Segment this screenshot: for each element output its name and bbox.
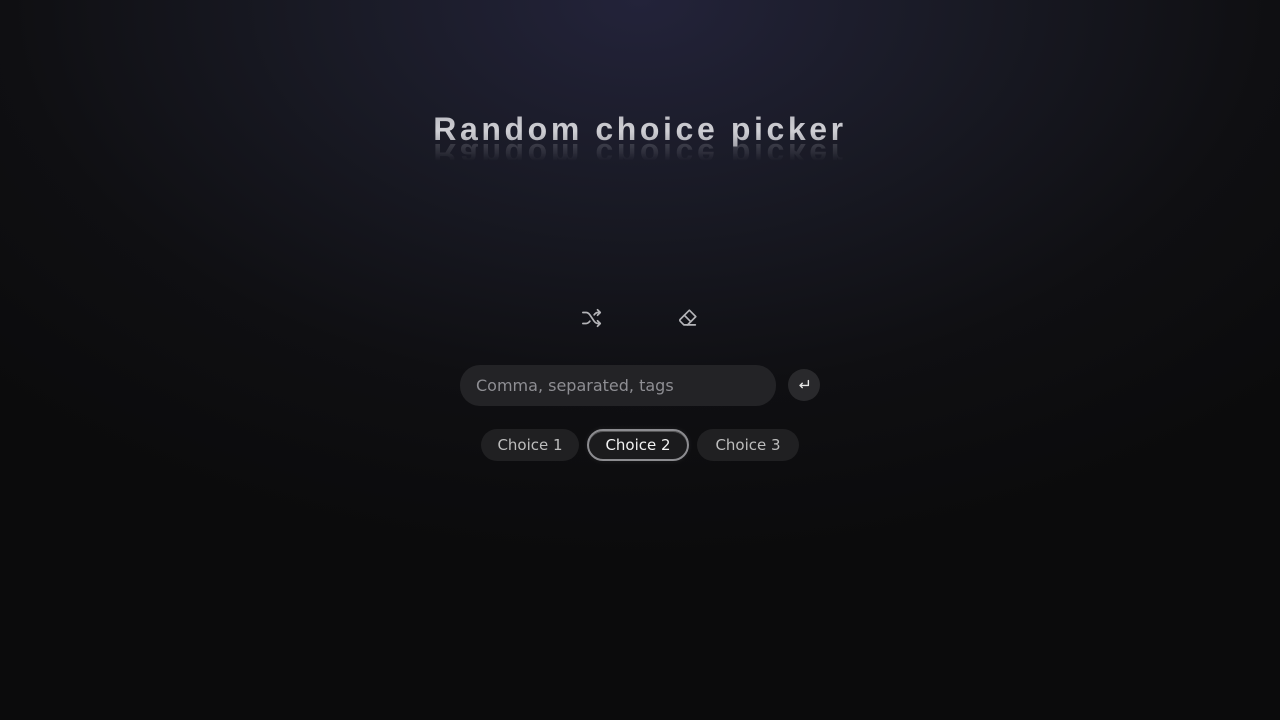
choice-chip-highlighted[interactable]: Choice 2 <box>587 429 689 461</box>
header: Random choice picker <box>0 109 1280 149</box>
eraser-icon <box>679 309 697 326</box>
page-title: Random choice picker <box>433 111 847 147</box>
shuffle-button[interactable] <box>580 306 604 330</box>
toolbar <box>0 306 1280 330</box>
clear-button[interactable] <box>676 306 700 330</box>
tags-input[interactable] <box>460 365 776 406</box>
choice-chip[interactable]: Choice 3 <box>697 429 799 461</box>
choices-list: Choice 1 Choice 2 Choice 3 <box>0 429 1280 461</box>
enter-return-icon <box>799 379 810 389</box>
choice-chip[interactable]: Choice 1 <box>481 429 579 461</box>
tags-input-row <box>460 365 820 406</box>
shuffle-icon <box>582 308 602 328</box>
submit-button[interactable] <box>788 369 820 401</box>
